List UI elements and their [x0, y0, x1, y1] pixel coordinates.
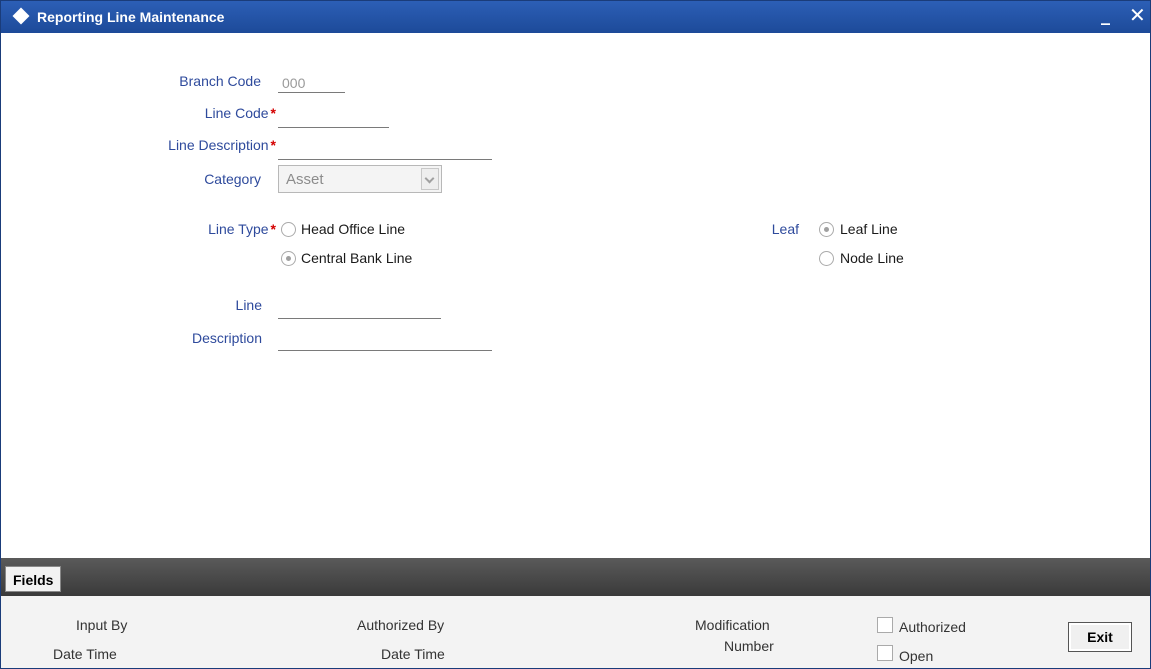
form-area: Branch Code Line Code* Line Description*…: [1, 33, 1150, 558]
branch-code-label: Branch Code: [179, 73, 261, 89]
fields-tab[interactable]: Fields: [5, 566, 62, 592]
audit-footer: Input By Date Time Authorized By Date Ti…: [1, 596, 1150, 668]
category-select[interactable]: Asset: [278, 165, 442, 193]
head-office-line-radio[interactable]: [281, 222, 296, 237]
central-bank-line-radio[interactable]: [281, 251, 296, 266]
authorized-checkbox-label: Authorized: [899, 619, 966, 635]
authorized-checkbox[interactable]: [877, 617, 893, 633]
close-icon[interactable]: ✕: [1129, 3, 1146, 27]
line-description-label-text: Line Description: [168, 137, 269, 153]
chevron-down-icon[interactable]: [421, 168, 439, 190]
fields-toolbar: Fields: [1, 558, 1150, 596]
branch-code-field[interactable]: [278, 73, 345, 93]
date-time-label: Date Time: [53, 646, 117, 662]
reporting-line-window: Reporting Line Maintenance _ ✕ Branch Co…: [0, 0, 1151, 669]
modification-label: Modification: [695, 617, 770, 633]
input-by-label: Input By: [76, 617, 128, 633]
authorized-by-label: Authorized By: [357, 617, 445, 633]
category-selected-value: Asset: [286, 171, 324, 188]
line-description-label: Line Description *: [101, 137, 276, 153]
leaf-label: Leaf: [771, 221, 799, 237]
open-checkbox-label: Open: [899, 648, 934, 664]
node-line-label: Node Line: [840, 250, 904, 266]
leaf-line-radio[interactable]: [819, 222, 834, 237]
node-line-radio[interactable]: [819, 251, 834, 266]
exit-button[interactable]: Exit: [1068, 622, 1132, 652]
title-bar: Reporting Line Maintenance _ ✕: [1, 1, 1150, 33]
head-office-line-label: Head Office Line: [301, 221, 406, 237]
required-mark: *: [270, 221, 276, 237]
line-label: Line: [235, 297, 262, 313]
line-type-label: Line Type *: [121, 221, 276, 237]
description-label: Description: [191, 330, 262, 346]
diamond-icon: [12, 7, 30, 25]
required-mark: *: [270, 137, 276, 153]
line-code-field[interactable]: [278, 108, 389, 128]
line-code-label-text: Line Code: [204, 105, 269, 121]
line-code-label: Line Code *: [121, 105, 276, 121]
authorized-date-time-label: Date Time: [381, 646, 445, 662]
category-label: Category: [204, 171, 261, 187]
line-description-field[interactable]: [278, 140, 492, 160]
window-title: Reporting Line Maintenance: [37, 9, 225, 25]
line-type-label-text: Line Type: [208, 221, 269, 237]
open-checkbox[interactable]: [877, 645, 893, 661]
required-mark: *: [270, 105, 276, 121]
minimize-icon[interactable]: _: [1101, 5, 1110, 26]
leaf-line-label: Leaf Line: [840, 221, 898, 237]
modification-number-label: Number: [724, 638, 774, 654]
description-field[interactable]: [278, 331, 492, 351]
central-bank-line-label: Central Bank Line: [301, 250, 413, 266]
line-field[interactable]: [278, 299, 441, 319]
